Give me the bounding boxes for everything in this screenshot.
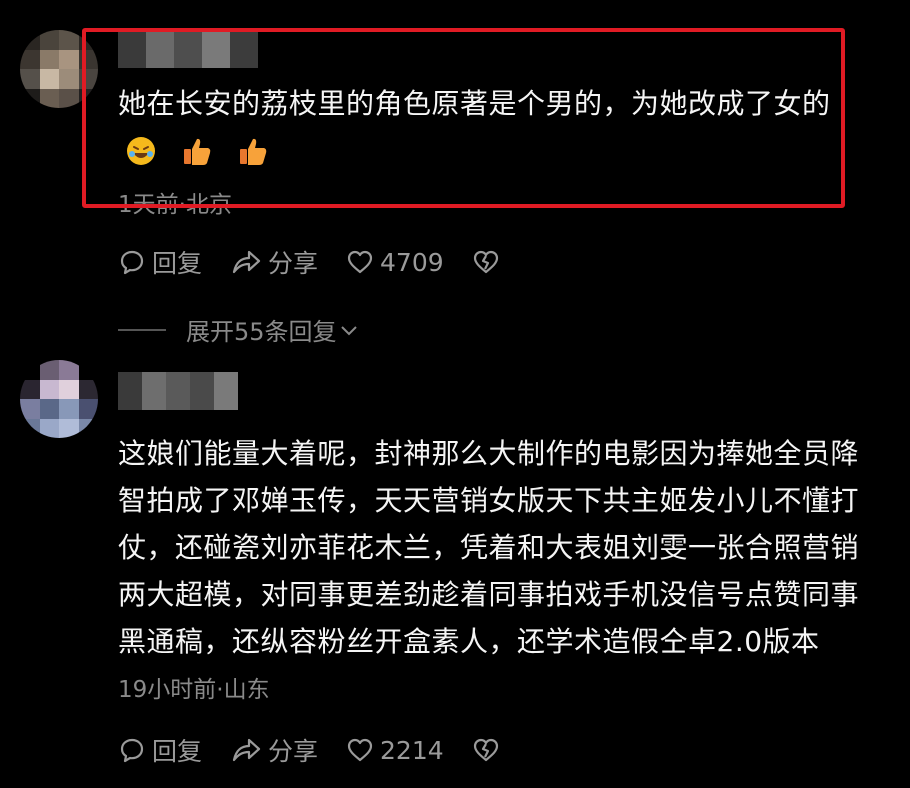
comment-meta: 19小时前·山东 bbox=[118, 677, 270, 703]
comment-bubble-icon bbox=[120, 250, 144, 275]
username-blurred[interactable] bbox=[118, 372, 238, 410]
avatar[interactable] bbox=[20, 360, 98, 438]
comment-text-line: 这娘们能量大着呢，封神那么大制作的电影因为捧她全员降 bbox=[118, 437, 860, 470]
reply-label: 回复 bbox=[152, 249, 203, 278]
share-arrow-icon bbox=[232, 738, 261, 762]
comment-actions: 回复 分享 4709 bbox=[118, 244, 528, 280]
comment-text-line: 黑通稿，还纵容粉丝开盒素人，还学术造假仝卓2.0版本 bbox=[118, 625, 820, 658]
dislike-button[interactable] bbox=[472, 736, 500, 764]
comment-text-line: 智拍成了邓婵玉传，天天营销女版天下共主姬发小儿不懂打 bbox=[118, 484, 860, 517]
like-count: 4709 bbox=[380, 247, 444, 277]
share-arrow-icon bbox=[232, 250, 261, 274]
comment-bubble-icon bbox=[120, 738, 144, 763]
broken-heart-icon bbox=[473, 250, 498, 274]
reply-button[interactable]: 回复 bbox=[118, 732, 202, 768]
comment-text: 这娘们能量大着呢，封神那么大制作的电影因为捧她全员降 智拍成了邓婵玉传，天天营销… bbox=[118, 430, 898, 665]
heart-icon bbox=[347, 250, 373, 274]
share-label: 分享 bbox=[268, 737, 319, 766]
chevron-down-icon bbox=[340, 325, 357, 335]
highlight-box bbox=[82, 28, 845, 208]
like-button[interactable]: 2214 bbox=[346, 736, 444, 765]
reply-button[interactable]: 回复 bbox=[118, 244, 202, 280]
heart-icon bbox=[347, 738, 373, 762]
comment-text-line: 两大超模，对同事更差劲趁着同事拍戏手机没信号点赞同事 bbox=[118, 578, 860, 611]
comment-2: 这娘们能量大着呢，封神那么大制作的电影因为捧她全员降 智拍成了邓婵玉传，天天营销… bbox=[0, 350, 910, 788]
expand-replies-button[interactable]: 展开55条回复 bbox=[118, 312, 359, 347]
comment-actions: 回复 分享 2214 bbox=[118, 732, 528, 768]
like-count: 2214 bbox=[380, 735, 444, 765]
share-button[interactable]: 分享 bbox=[230, 732, 318, 768]
reply-label: 回复 bbox=[152, 737, 203, 766]
comment-text-line: 仗，还碰瓷刘亦菲花木兰，凭着和大表姐刘雯一张合照营销 bbox=[118, 531, 860, 564]
broken-heart-icon bbox=[473, 738, 498, 762]
dislike-button[interactable] bbox=[472, 248, 500, 276]
share-button[interactable]: 分享 bbox=[230, 244, 318, 280]
share-label: 分享 bbox=[268, 249, 319, 278]
like-button[interactable]: 4709 bbox=[346, 248, 444, 277]
divider-line bbox=[118, 328, 166, 331]
expand-replies-label: 展开55条回复 bbox=[186, 318, 337, 346]
